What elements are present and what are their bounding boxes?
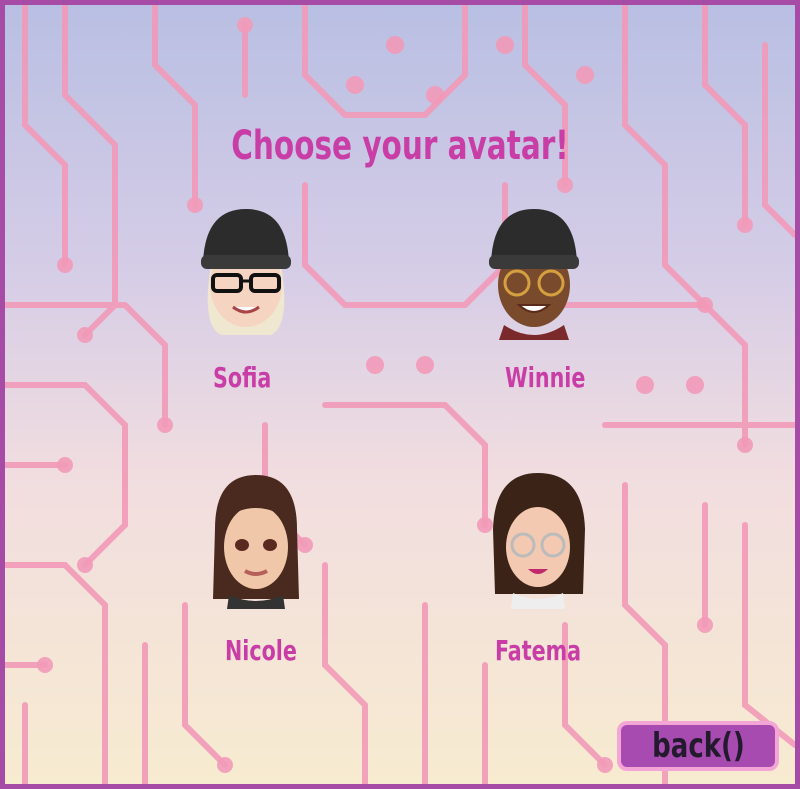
avatar-sofia[interactable]	[191, 205, 301, 345]
avatar-nicole[interactable]	[201, 469, 311, 609]
avatar-winnie[interactable]	[479, 205, 589, 345]
circuit-background	[5, 5, 795, 784]
page-title: Choose your avatar!	[231, 123, 569, 169]
back-button-label: back()	[651, 726, 745, 766]
avatar-name-sofia[interactable]: Sofia	[213, 361, 271, 394]
game-screen: Choose your avatar! Sofia Winnie Nicole …	[0, 0, 800, 789]
avatar-name-winnie[interactable]: Winnie	[505, 361, 585, 394]
avatar-fatema[interactable]	[483, 469, 593, 609]
back-button[interactable]: back()	[617, 721, 779, 771]
avatar-fatema-image	[493, 473, 585, 609]
avatar-name-fatema[interactable]: Fatema	[495, 634, 581, 667]
avatar-name-nicole[interactable]: Nicole	[225, 634, 297, 667]
avatar-nicole-image	[213, 475, 299, 609]
avatar-winnie-image	[489, 209, 579, 340]
avatar-sofia-image	[201, 209, 291, 335]
